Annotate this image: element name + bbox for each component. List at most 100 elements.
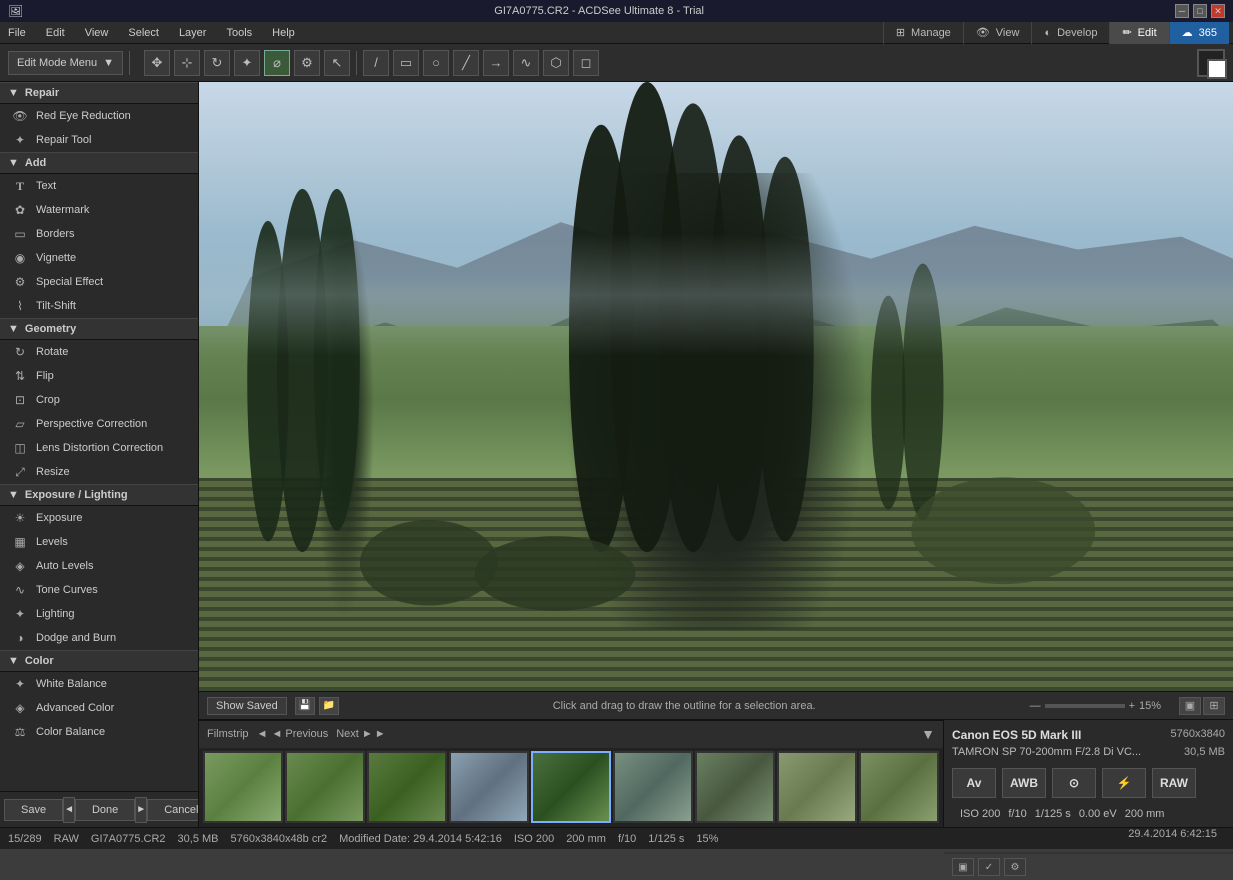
menu-select[interactable]: Select bbox=[124, 25, 163, 41]
magic-wand-button[interactable]: ✦ bbox=[234, 50, 260, 76]
prev-nav-button[interactable]: ◄ bbox=[63, 797, 75, 823]
panel-scroll-area[interactable]: ▼ Repair 👁 Red Eye Reduction ✦ Repair To… bbox=[0, 82, 198, 791]
thumbnail-2[interactable] bbox=[285, 751, 365, 823]
thumbnail-6[interactable] bbox=[613, 751, 693, 823]
thumbnail-3[interactable] bbox=[367, 751, 447, 823]
filmstrip-thumbnails[interactable] bbox=[199, 748, 943, 827]
panel-item-levels[interactable]: ▦ Levels bbox=[0, 530, 198, 554]
move-tool-button[interactable]: ✥ bbox=[144, 50, 170, 76]
raw-format[interactable]: RAW bbox=[1152, 768, 1196, 798]
thumbnail-4[interactable] bbox=[449, 751, 529, 823]
thumbnail-7[interactable] bbox=[695, 751, 775, 823]
close-button[interactable]: ✕ bbox=[1211, 4, 1225, 18]
window-controls[interactable]: ─ □ ✕ bbox=[1175, 4, 1225, 18]
panel-item-white-balance[interactable]: ✦ White Balance bbox=[0, 672, 198, 696]
panel-item-dodge-burn[interactable]: ◑ Dodge and Burn bbox=[0, 626, 198, 650]
panel-item-lens-distortion[interactable]: ◫ Lens Distortion Correction bbox=[0, 436, 198, 460]
image-area[interactable] bbox=[199, 82, 1233, 691]
tab-manage[interactable]: ⊞ Manage bbox=[883, 22, 963, 44]
menu-help[interactable]: Help bbox=[268, 25, 299, 41]
panel-item-vignette[interactable]: ◉ Vignette bbox=[0, 246, 198, 270]
circle-button[interactable]: ○ bbox=[423, 50, 449, 76]
panel-item-watermark[interactable]: ✿ Watermark bbox=[0, 198, 198, 222]
panel-item-rotate[interactable]: ↻ Rotate bbox=[0, 340, 198, 364]
menu-tools[interactable]: Tools bbox=[222, 25, 256, 41]
foreground-color[interactable] bbox=[1197, 49, 1225, 77]
panel-item-advanced-color[interactable]: ◈ Advanced Color bbox=[0, 696, 198, 720]
panel-item-repair-tool[interactable]: ✦ Repair Tool bbox=[0, 128, 198, 152]
section-repair[interactable]: ▼ Repair bbox=[0, 82, 198, 104]
thumbnail-9[interactable] bbox=[859, 751, 939, 823]
panel-item-crop[interactable]: ⊡ Crop bbox=[0, 388, 198, 412]
maximize-button[interactable]: □ bbox=[1193, 4, 1207, 18]
flash-mode[interactable]: ⚡ bbox=[1102, 768, 1146, 798]
menu-layer[interactable]: Layer bbox=[175, 25, 211, 41]
panel-item-tilt-shift[interactable]: ⌇ Tilt-Shift bbox=[0, 294, 198, 318]
panel-item-special-effect[interactable]: ⚙ Special Effect bbox=[0, 270, 198, 294]
tab-edit[interactable]: ✏ Edit bbox=[1109, 22, 1168, 44]
save-icon-1[interactable]: 💾 bbox=[295, 697, 315, 715]
manage-grid-icon: ⊞ bbox=[896, 26, 905, 39]
section-color[interactable]: ▼ Color bbox=[0, 650, 198, 672]
tab-view[interactable]: 👁 View bbox=[963, 22, 1032, 44]
paint-button[interactable]: ⚙ bbox=[294, 50, 320, 76]
white-balance-mode[interactable]: AWB bbox=[1002, 768, 1046, 798]
edit-mode-dropdown[interactable]: Edit Mode Menu ▼ bbox=[8, 51, 123, 75]
panel-item-auto-levels[interactable]: ◈ Auto Levels bbox=[0, 554, 198, 578]
info-icon-2[interactable]: ✓ bbox=[978, 858, 1000, 876]
panel-item-tone-curves[interactable]: ∿ Tone Curves bbox=[0, 578, 198, 602]
panel-item-text[interactable]: T Text bbox=[0, 174, 198, 198]
curve-button[interactable]: ∿ bbox=[513, 50, 539, 76]
tab-365[interactable]: ☁ 365 bbox=[1169, 22, 1229, 44]
eraser-button[interactable]: ◻ bbox=[573, 50, 599, 76]
show-saved-button[interactable]: Show Saved bbox=[207, 697, 287, 715]
rotate-tool-button[interactable]: ↻ bbox=[204, 50, 230, 76]
thumbnail-5-active[interactable] bbox=[531, 751, 611, 823]
section-add[interactable]: ▼ Add bbox=[0, 152, 198, 174]
menu-file[interactable]: File bbox=[4, 25, 30, 41]
filmstrip-next-button[interactable]: Next ► ► bbox=[336, 728, 385, 740]
save-icon-2[interactable]: 📁 bbox=[319, 697, 339, 715]
cancel-button[interactable]: Cancel bbox=[147, 799, 199, 821]
panel-item-color-balance[interactable]: ⚖ Color Balance bbox=[0, 720, 198, 744]
minimize-button[interactable]: ─ bbox=[1175, 4, 1189, 18]
compare-view-button[interactable]: ⊞ bbox=[1203, 697, 1225, 715]
selection-tool-button[interactable]: ⊹ bbox=[174, 50, 200, 76]
zoom-minus[interactable]: — bbox=[1030, 700, 1041, 712]
lasso-button[interactable]: ⌀ bbox=[264, 50, 290, 76]
rect-button[interactable]: ▭ bbox=[393, 50, 419, 76]
cursor-button[interactable]: ↖ bbox=[324, 50, 350, 76]
zoom-slider[interactable] bbox=[1045, 704, 1125, 708]
panel-item-red-eye[interactable]: 👁 Red Eye Reduction bbox=[0, 104, 198, 128]
filmstrip-prev-button[interactable]: ◄ ◄ Previous bbox=[257, 728, 329, 740]
pen-button[interactable]: / bbox=[363, 50, 389, 76]
perspective-icon: ▱ bbox=[12, 416, 28, 432]
filmstrip-menu-icon[interactable]: ▼ bbox=[921, 726, 935, 742]
panel-item-flip[interactable]: ⇅ Flip bbox=[0, 364, 198, 388]
save-button[interactable]: Save bbox=[4, 799, 63, 821]
line-button[interactable]: ╱ bbox=[453, 50, 479, 76]
shooting-mode-av[interactable]: Av bbox=[952, 768, 996, 798]
thumbnail-8[interactable] bbox=[777, 751, 857, 823]
menu-edit[interactable]: Edit bbox=[42, 25, 69, 41]
menu-view[interactable]: View bbox=[81, 25, 113, 41]
info-icon-3[interactable]: ⚙ bbox=[1004, 858, 1026, 876]
tab-develop[interactable]: ◐ Develop bbox=[1031, 22, 1109, 44]
panel-item-resize[interactable]: ⤢ Resize bbox=[0, 460, 198, 484]
zoom-plus[interactable]: + bbox=[1129, 700, 1135, 712]
panel-item-lighting[interactable]: ✦ Lighting bbox=[0, 602, 198, 626]
background-color[interactable] bbox=[1207, 59, 1227, 79]
panel-item-borders[interactable]: ▭ Borders bbox=[0, 222, 198, 246]
metering-mode[interactable]: ⊙ bbox=[1052, 768, 1096, 798]
section-geometry[interactable]: ▼ Geometry bbox=[0, 318, 198, 340]
thumbnail-1[interactable] bbox=[203, 751, 283, 823]
panel-item-perspective[interactable]: ▱ Perspective Correction bbox=[0, 412, 198, 436]
done-button[interactable]: Done bbox=[75, 799, 135, 821]
section-exposure[interactable]: ▼ Exposure / Lighting bbox=[0, 484, 198, 506]
info-icon-1[interactable]: ▣ bbox=[952, 858, 974, 876]
panel-item-exposure[interactable]: ☀ Exposure bbox=[0, 506, 198, 530]
polygon-button[interactable]: ⬡ bbox=[543, 50, 569, 76]
arrow-button[interactable]: → bbox=[483, 50, 509, 76]
next-nav-button[interactable]: ► bbox=[135, 797, 147, 823]
single-view-button[interactable]: ▣ bbox=[1179, 697, 1201, 715]
